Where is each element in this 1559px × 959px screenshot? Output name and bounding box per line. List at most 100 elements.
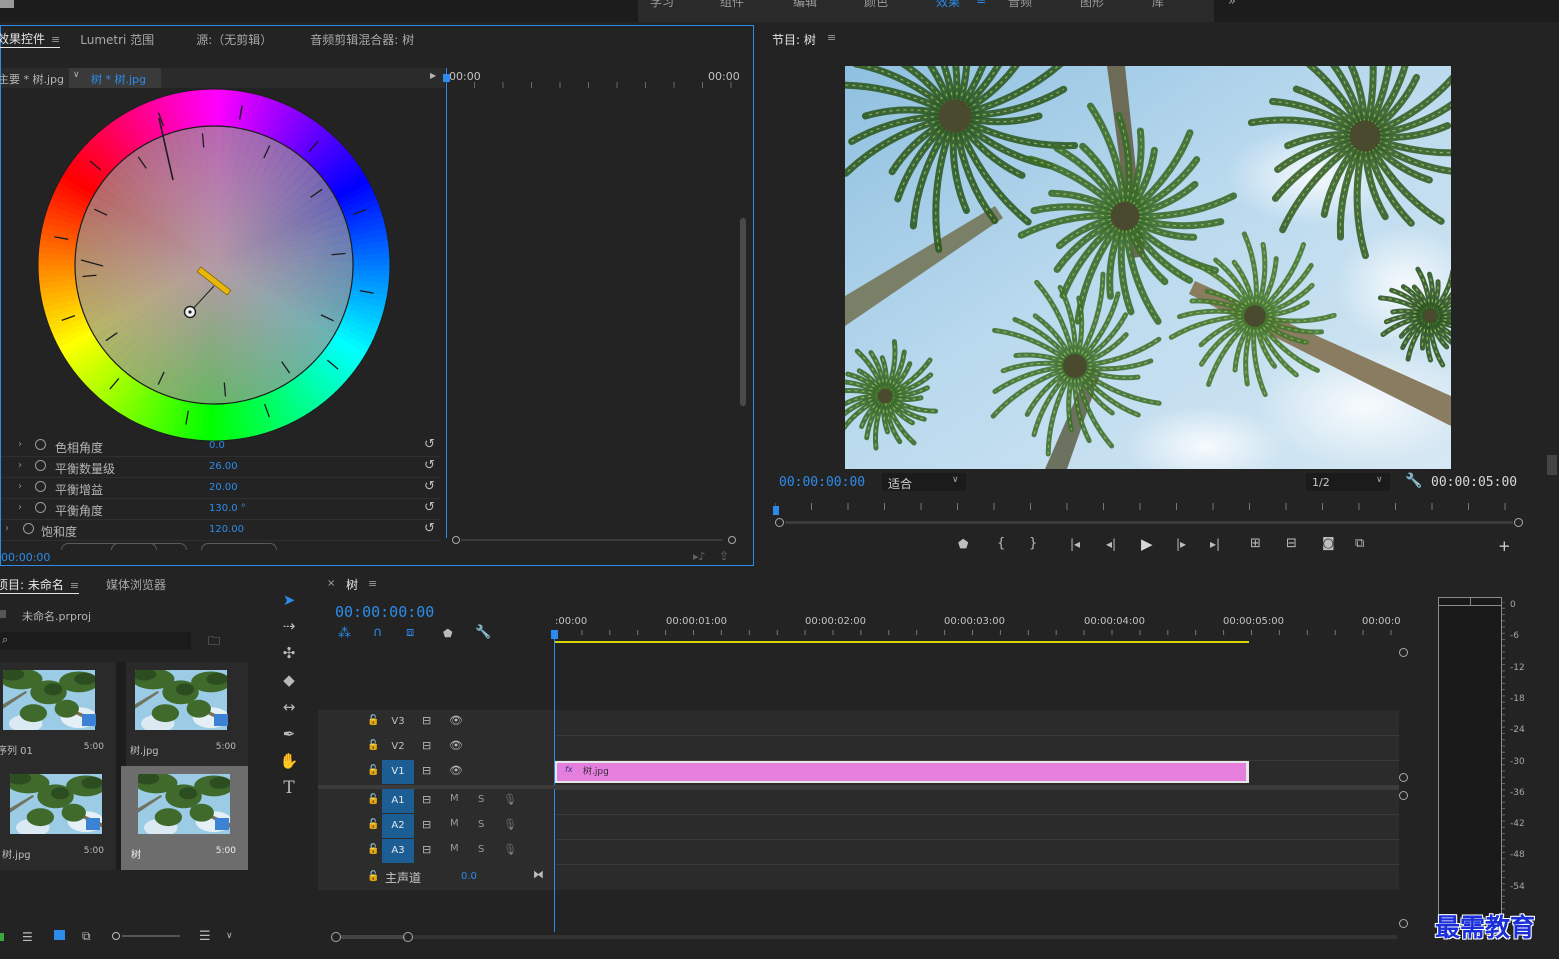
- mute-button[interactable]: M: [450, 843, 459, 854]
- solo-button[interactable]: S: [478, 819, 484, 830]
- ec-play-audio-icon[interactable]: ▸♪: [693, 550, 706, 563]
- sync-lock-icon[interactable]: ⊟: [422, 818, 431, 831]
- timeline-vscroll-bottom[interactable]: [1399, 791, 1408, 929]
- reset-icon[interactable]: ↺: [424, 437, 435, 452]
- audio-track-header[interactable]: 🔓 A3 ⊟ M S 🎙: [318, 839, 554, 863]
- razor-tool-icon[interactable]: ◆: [276, 668, 302, 692]
- list-view-icon[interactable]: ☰: [22, 930, 33, 944]
- program-playhead[interactable]: [773, 506, 779, 515]
- go-to-out-icon[interactable]: ▸|: [1210, 537, 1220, 551]
- nest-icon[interactable]: ⁂: [338, 626, 351, 641]
- lock-icon[interactable]: 🔓: [367, 715, 379, 726]
- step-back-icon[interactable]: ◂|: [1106, 537, 1116, 551]
- stopwatch-icon[interactable]: [35, 481, 46, 492]
- lock-icon[interactable]: 🔓: [367, 819, 379, 830]
- project-item[interactable]: 序列 01 5:00: [0, 662, 116, 766]
- timeline-hscroll[interactable]: [331, 932, 1399, 942]
- stopwatch-icon[interactable]: [23, 523, 34, 534]
- chevron-right-icon[interactable]: ›: [18, 460, 22, 471]
- sync-lock-icon[interactable]: ⊟: [422, 843, 431, 856]
- property-value[interactable]: 120.00: [209, 524, 244, 535]
- track-name[interactable]: V2: [382, 735, 414, 759]
- right-scrollbar[interactable]: [1547, 455, 1557, 475]
- chevron-right-icon[interactable]: ›: [18, 481, 22, 492]
- program-scrubber[interactable]: [773, 503, 1523, 527]
- track-select-tool-icon[interactable]: ⇢: [276, 614, 302, 638]
- project-item-selected[interactable]: 树 5:00: [121, 766, 248, 870]
- icon-view-icon[interactable]: [54, 930, 65, 940]
- play-triangle-icon[interactable]: ▶: [430, 71, 436, 80]
- video-track-header[interactable]: 🔓 V1 ⊟ 👁: [318, 760, 554, 784]
- type-tool-icon[interactable]: T: [276, 776, 302, 800]
- ws-tab-edit[interactable]: 编辑: [793, 0, 817, 10]
- project-item[interactable]: 树.jpg 5:00: [0, 766, 116, 870]
- effect-button[interactable]: [111, 543, 187, 550]
- chevron-down-icon[interactable]: ∨: [226, 931, 233, 941]
- track-name[interactable]: A3: [382, 839, 414, 863]
- work-area-bar[interactable]: [554, 641, 1249, 643]
- property-value[interactable]: 0.0: [209, 440, 225, 451]
- add-marker-icon[interactable]: ⬟: [443, 627, 453, 640]
- project-item[interactable]: 树.jpg 5:00: [126, 662, 248, 766]
- zoom-slider[interactable]: [112, 932, 182, 940]
- go-to-end-icon[interactable]: ⧓: [533, 868, 544, 881]
- lock-toggle-icon[interactable]: [0, 933, 4, 941]
- ec-vertical-scrollbar[interactable]: [740, 218, 746, 406]
- lock-icon[interactable]: 🔓: [367, 765, 379, 776]
- chevron-right-icon[interactable]: ›: [18, 439, 22, 450]
- add-button-icon[interactable]: +: [1498, 537, 1511, 555]
- lock-icon[interactable]: 🔓: [367, 794, 379, 805]
- property-row[interactable]: › 平衡角度 130.0 ° ↺: [1, 499, 441, 520]
- stopwatch-icon[interactable]: [35, 460, 46, 471]
- panel-menu-icon[interactable]: ≡: [368, 577, 377, 590]
- add-marker-icon[interactable]: ⬟: [958, 537, 968, 551]
- chevron-right-icon[interactable]: ›: [5, 523, 9, 534]
- project-search-input[interactable]: ⌕: [0, 632, 191, 650]
- eye-icon[interactable]: 👁: [449, 714, 463, 727]
- effect-button[interactable]: [201, 543, 277, 550]
- sync-lock-icon[interactable]: ⊟: [422, 793, 431, 806]
- property-row[interactable]: › 饱和度 120.00 ↺: [1, 520, 441, 541]
- hue-color-wheel[interactable]: [37, 88, 391, 442]
- settings-wrench-icon[interactable]: 🔧: [1405, 473, 1422, 489]
- master-lock-icon[interactable]: 🔓: [367, 871, 379, 882]
- timeline-tab[interactable]: 树: [346, 576, 358, 593]
- timeline-vscroll-top[interactable]: [1399, 648, 1408, 782]
- mute-button[interactable]: M: [450, 793, 459, 804]
- clip-v1[interactable]: fx 树.jpg: [555, 761, 1249, 783]
- tab-effect-controls[interactable]: 效果控件 ≡: [0, 30, 61, 48]
- ws-tab-color[interactable]: 颜色: [864, 0, 888, 10]
- timeline-playhead-head[interactable]: [551, 630, 558, 639]
- timeline-timecode[interactable]: 00:00:00:00: [335, 603, 434, 621]
- ws-menu-icon[interactable]: ≡: [976, 0, 986, 7]
- reset-icon[interactable]: ↺: [424, 479, 435, 494]
- fit-dropdown[interactable]: 适合 ∨: [882, 473, 966, 491]
- video-track-header[interactable]: 🔓 V2 ⊟ 👁: [318, 735, 554, 759]
- voiceover-mic-icon[interactable]: 🎙: [503, 793, 517, 806]
- property-row[interactable]: › 平衡增益 20.00 ↺: [1, 478, 441, 499]
- linked-selection-icon[interactable]: ⧈: [406, 625, 414, 640]
- selection-tool-icon[interactable]: ➤: [276, 588, 302, 612]
- program-timecode[interactable]: 00:00:00:00: [779, 475, 865, 490]
- ec-playhead[interactable]: [446, 68, 447, 538]
- mark-out-icon[interactable]: }: [1029, 536, 1037, 551]
- panel-menu-icon[interactable]: ≡: [70, 579, 79, 592]
- property-value[interactable]: 26.00: [209, 461, 238, 472]
- video-track-header[interactable]: 🔓 V3 ⊟ 👁: [318, 710, 554, 734]
- sync-lock-icon[interactable]: ⊟: [422, 764, 431, 777]
- ws-tab-effects[interactable]: 效果: [936, 0, 960, 10]
- lock-icon[interactable]: 🔓: [367, 844, 379, 855]
- step-forward-icon[interactable]: |▸: [1176, 537, 1186, 551]
- chevron-right-icon[interactable]: ›: [18, 502, 22, 513]
- track-name[interactable]: V1: [382, 760, 414, 784]
- property-value[interactable]: 130.0 °: [209, 503, 246, 514]
- ec-export-icon[interactable]: ⇪: [719, 549, 729, 563]
- property-value[interactable]: 20.00: [209, 482, 238, 493]
- eye-icon[interactable]: 👁: [449, 764, 463, 777]
- mark-in-icon[interactable]: {: [997, 536, 1005, 551]
- resolution-dropdown[interactable]: 1/2 ∨: [1306, 473, 1390, 491]
- ws-tab-graphics[interactable]: 图形: [1080, 0, 1104, 10]
- solo-button[interactable]: S: [478, 794, 484, 805]
- sync-lock-icon[interactable]: ⊟: [422, 714, 431, 727]
- ws-tab-libraries[interactable]: 库: [1152, 0, 1164, 10]
